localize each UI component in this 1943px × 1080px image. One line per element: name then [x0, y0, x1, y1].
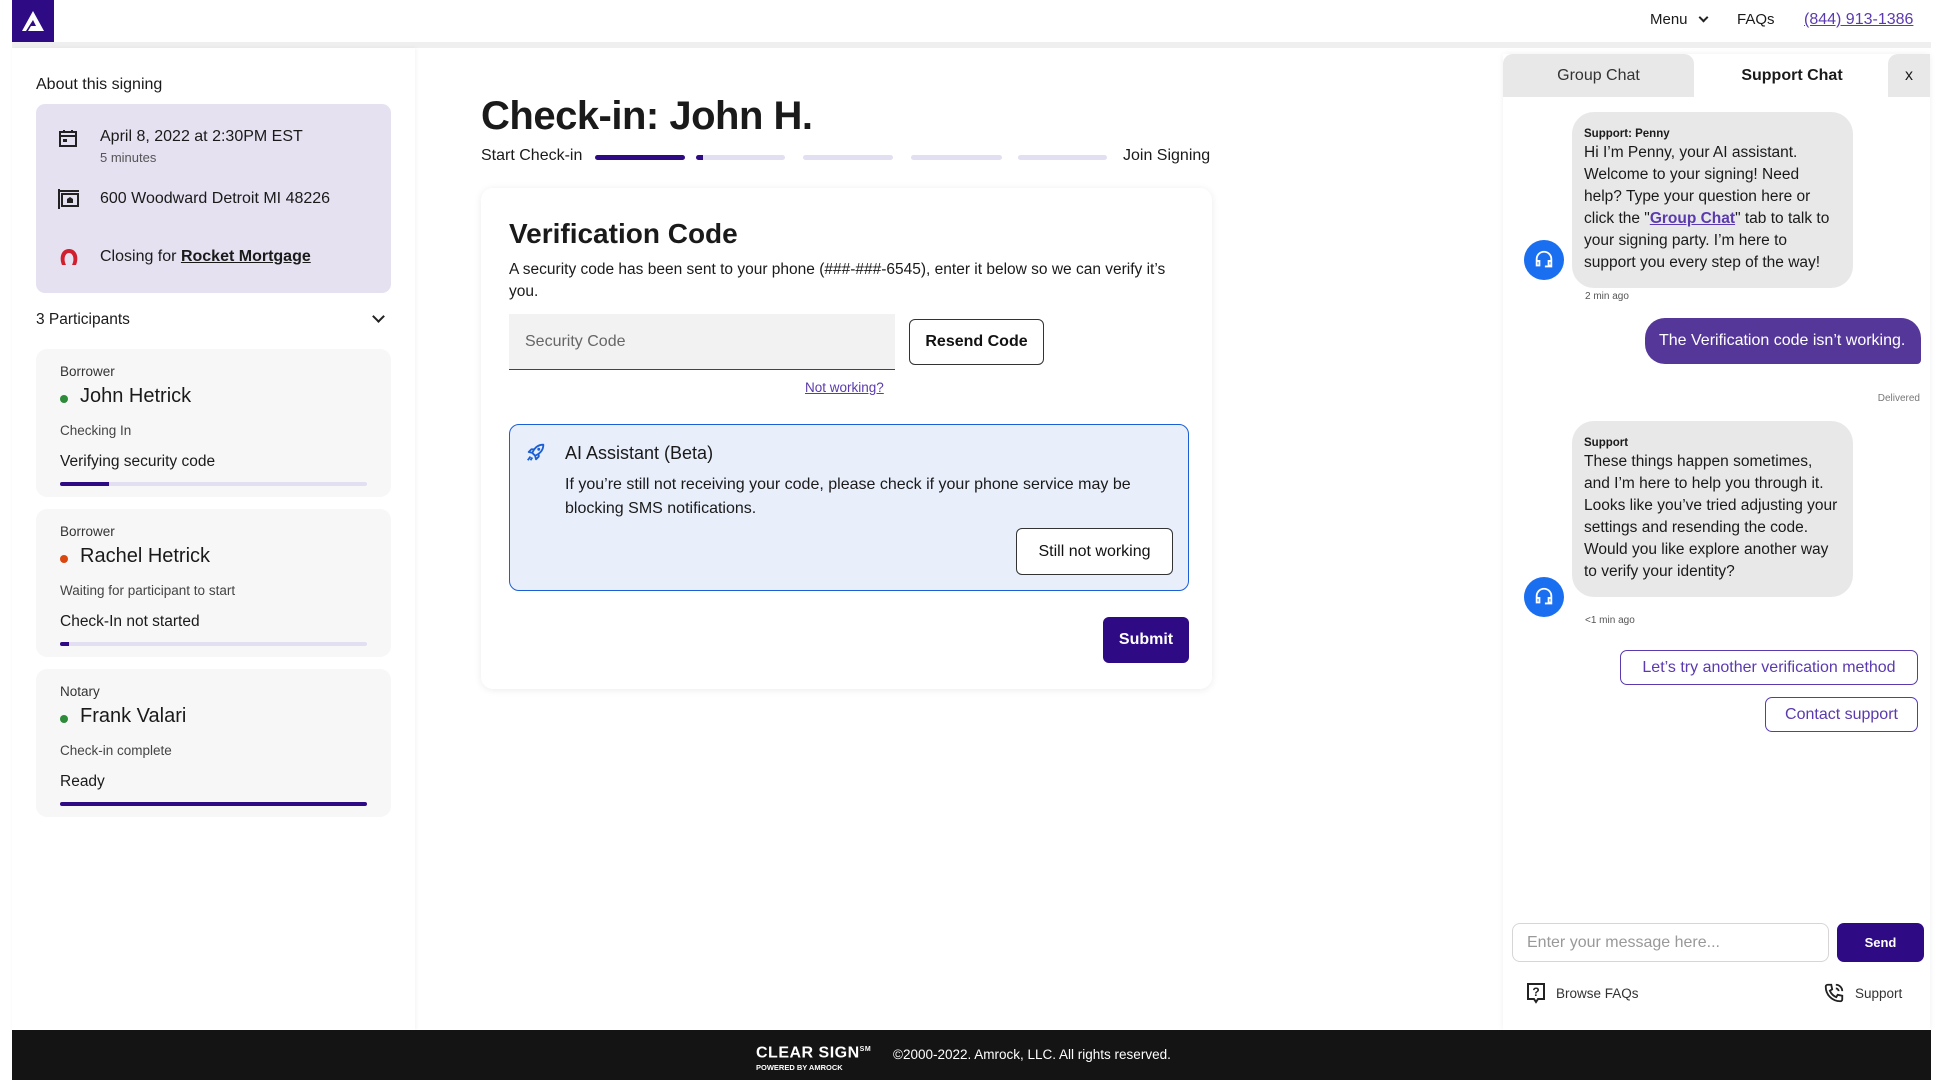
support-avatar: [1524, 240, 1564, 280]
copyright: ©2000-2022. Amrock, LLC. All rights rese…: [893, 1047, 1171, 1062]
verification-description: A security code has been sent to your ph…: [509, 261, 1166, 300]
faqs-link[interactable]: FAQs: [1737, 11, 1775, 28]
security-code-input[interactable]: [509, 314, 895, 370]
close-chat-button[interactable]: x: [1888, 54, 1930, 97]
participant-status: Checking In: [60, 423, 132, 438]
stepper-end-label: Join Signing: [1123, 147, 1211, 164]
verification-title: Verification Code: [509, 218, 738, 249]
resend-code-button[interactable]: Resend Code: [909, 319, 1044, 365]
lender-link[interactable]: Rocket Mortgage: [181, 248, 311, 265]
rocket-icon: [527, 443, 545, 461]
not-working-link[interactable]: Not working?: [805, 380, 884, 395]
closing-for: Closing for Rocket Mortgage: [100, 248, 311, 266]
chevron-down-icon: [1698, 12, 1709, 23]
participant-name: Rachel Hetrick: [80, 545, 211, 567]
tab-support-chat[interactable]: Support Chat: [1696, 54, 1888, 97]
rocket-mortgage-icon: [60, 249, 78, 265]
message-sender: Support: [1584, 437, 1629, 449]
closing-prefix: Closing for: [100, 248, 177, 265]
progress-bar: [60, 802, 367, 806]
ai-assistant-title: AI Assistant (Beta): [565, 443, 714, 463]
logo-main: CLEAR SIGN: [756, 1044, 860, 1062]
logo-sm: SM: [859, 1046, 872, 1053]
chat-message-user: The Verification code isn’t working.: [1645, 318, 1921, 364]
chat-message-support: Support: Penny Hi I’m Penny, your AI ass…: [1572, 112, 1853, 288]
stepper-step: [1018, 155, 1107, 160]
signing-info: April 8, 2022 at 2:30PM EST 5 minutes 60…: [36, 104, 391, 293]
participant-detail: Check-In not started: [60, 613, 200, 630]
headset-icon: [1535, 250, 1553, 268]
tab-group-chat[interactable]: Group Chat: [1503, 54, 1694, 97]
participant-detail: Verifying security code: [60, 453, 216, 470]
property-icon: [58, 189, 79, 209]
browse-faqs-link[interactable]: ? Browse FAQs: [1526, 982, 1639, 1004]
status-dot: [60, 395, 68, 403]
question-icon: ?: [1527, 983, 1545, 1004]
group-chat-link[interactable]: Group Chat: [1650, 210, 1735, 227]
progress-bar: [60, 482, 367, 486]
progress-fill: [60, 642, 70, 646]
logo-sub: POWERED BY AMROCK: [756, 1063, 843, 1073]
svg-text:?: ?: [1532, 985, 1539, 999]
menu-dropdown[interactable]: Menu: [1650, 11, 1709, 28]
status-dot: [60, 715, 68, 723]
phone-link[interactable]: (844) 913-1386: [1804, 11, 1913, 29]
headset-icon: [1535, 587, 1553, 605]
progress-fill: [60, 482, 110, 486]
progress-fill: [60, 802, 367, 806]
footer: CLEAR SIGNSM POWERED BY AMROCK ©2000-202…: [12, 1030, 1931, 1080]
step-fill: [595, 155, 685, 160]
stepper-step: [696, 155, 785, 160]
stepper-step: [803, 155, 893, 160]
chat-message-support: Support These things happen sometimes, a…: [1572, 421, 1853, 597]
stepper-step: [911, 155, 1002, 160]
phone-call-icon: [1824, 983, 1844, 1003]
send-button[interactable]: Send: [1837, 923, 1924, 962]
participant-detail: Ready: [60, 773, 105, 790]
message-time: <1 min ago: [1585, 615, 1635, 626]
quick-reply-another-method[interactable]: Let’s try another verification method: [1620, 650, 1918, 685]
ai-assistant-text: If you’re still not receiving your code,…: [565, 476, 1131, 517]
still-not-working-button[interactable]: Still not working: [1016, 528, 1173, 575]
submit-button[interactable]: Submit: [1103, 617, 1189, 663]
message-time: 2 min ago: [1585, 291, 1629, 302]
calendar-icon: [59, 130, 77, 147]
participant-card: Notary Frank Valari Check-in complete Re…: [36, 669, 391, 817]
participant-status: Check-in complete: [60, 743, 172, 758]
participant-role: Notary: [60, 684, 100, 699]
message-status: Delivered: [1877, 393, 1920, 404]
status-dot: [60, 555, 68, 563]
progress-bar: [60, 642, 367, 646]
message-text: These things happen sometimes, and I’m h…: [1584, 453, 1838, 580]
participant-card: Borrower John Hetrick Checking In Verify…: [36, 349, 391, 497]
stepper-start-label: Start Check-in: [481, 147, 583, 164]
support-avatar: [1524, 577, 1564, 617]
participant-card: Borrower Rachel Hetrick Waiting for part…: [36, 509, 391, 657]
support-link[interactable]: Support: [1823, 982, 1902, 1004]
step-fill: [696, 155, 704, 160]
page-title: Check-in: John H.: [481, 94, 813, 138]
browse-faqs-label: Browse FAQs: [1556, 985, 1639, 1001]
message-sender: Support: Penny: [1584, 128, 1670, 140]
participant-status: Waiting for participant to start: [60, 583, 236, 598]
amrock-logo[interactable]: [12, 0, 54, 42]
signing-date: April 8, 2022 at 2:30PM EST: [100, 128, 303, 145]
signing-duration: 5 minutes: [100, 150, 157, 165]
participant-role: Borrower: [60, 524, 115, 539]
chat-message-input[interactable]: [1512, 923, 1829, 962]
chat-panel: Group Chat Support Chat x Support: Penny…: [1503, 54, 1930, 1030]
participants-title: 3 Participants: [36, 311, 130, 328]
menu-label: Menu: [1650, 11, 1688, 28]
participant-name: Frank Valari: [80, 705, 187, 727]
signing-address: 600 Woodward Detroit MI 48226: [100, 190, 331, 207]
support-label: Support: [1855, 985, 1903, 1001]
participant-name: John Hetrick: [80, 385, 192, 407]
stepper-step: [595, 155, 685, 160]
participant-role: Borrower: [60, 364, 115, 379]
logo-icon: [22, 11, 44, 31]
quick-reply-contact-support[interactable]: Contact support: [1765, 697, 1918, 732]
clear-sign-logo: CLEAR SIGNSM POWERED BY AMROCK: [756, 1042, 872, 1073]
about-title: About this signing: [36, 76, 163, 93]
